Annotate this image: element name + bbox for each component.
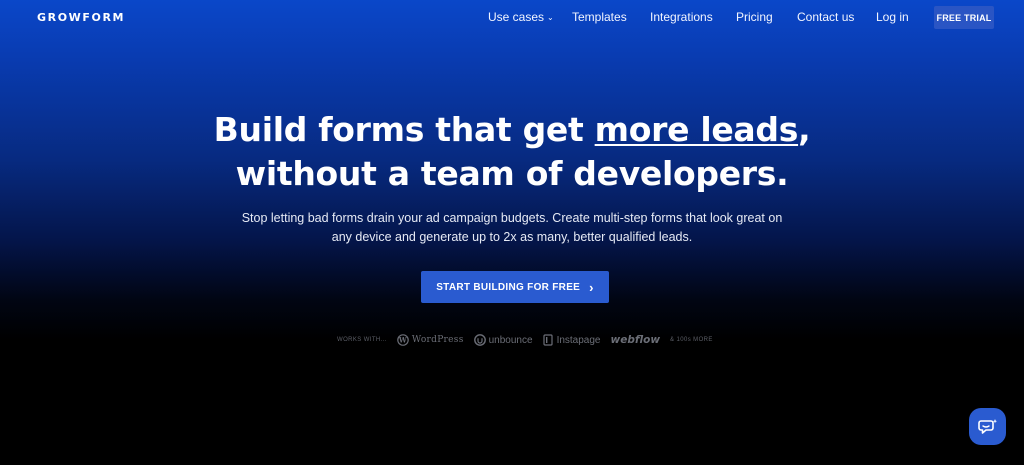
nav-templates[interactable]: Templates: [572, 10, 627, 24]
chevron-right-icon: ›: [589, 279, 594, 295]
top-navigation: GROWFORM Use cases ⌄ Templates Integratio…: [0, 0, 1024, 34]
hero-headline: Build forms that get more leads, without…: [0, 108, 1024, 196]
cta-label: START BUILDING FOR FREE: [436, 281, 581, 293]
instapage-logo: Instapage: [542, 334, 601, 346]
chat-widget-button[interactable]: [969, 408, 1006, 445]
headline-highlight-link: more leads: [594, 110, 799, 149]
nav-use-cases-label: Use cases: [488, 10, 545, 24]
unbounce-logo: unbounce: [473, 334, 533, 346]
nav-contact-us[interactable]: Contact us: [797, 10, 854, 24]
more-integrations-label: & 100s MORE: [670, 337, 713, 343]
instapage-icon: [542, 334, 553, 346]
nav-log-in[interactable]: Log in: [876, 10, 909, 24]
webflow-logo: webflow: [610, 334, 661, 346]
unbounce-icon: [473, 334, 486, 346]
wordpress-label: WordPress: [411, 335, 464, 345]
integrations-strip: WORKS WITH... W WordPress unbounce Insta…: [337, 330, 713, 350]
svg-text:W: W: [398, 336, 407, 345]
headline-part1: Build forms that get: [213, 110, 595, 149]
chat-bubble-icon: [977, 418, 997, 434]
nav-integrations[interactable]: Integrations: [650, 10, 713, 24]
wordpress-logo: W WordPress: [397, 334, 464, 346]
chevron-down-icon: ⌄: [547, 13, 554, 22]
free-trial-button[interactable]: FREE TRIAL: [934, 6, 994, 29]
works-with-label: WORKS WITH...: [337, 337, 387, 343]
wordpress-icon: W: [397, 334, 409, 346]
instapage-label: Instapage: [556, 334, 601, 346]
nav-pricing[interactable]: Pricing: [736, 10, 773, 24]
nav-use-cases[interactable]: Use cases ⌄: [488, 10, 554, 24]
headline-part2: ,: [798, 110, 811, 149]
growform-logo[interactable]: GROWFORM: [37, 11, 125, 24]
unbounce-label: unbounce: [488, 334, 533, 346]
hero-subtext: Stop letting bad forms drain your ad cam…: [241, 211, 783, 244]
headline-line2: without a team of developers.: [235, 154, 789, 193]
start-building-button[interactable]: START BUILDING FOR FREE ›: [421, 271, 609, 303]
